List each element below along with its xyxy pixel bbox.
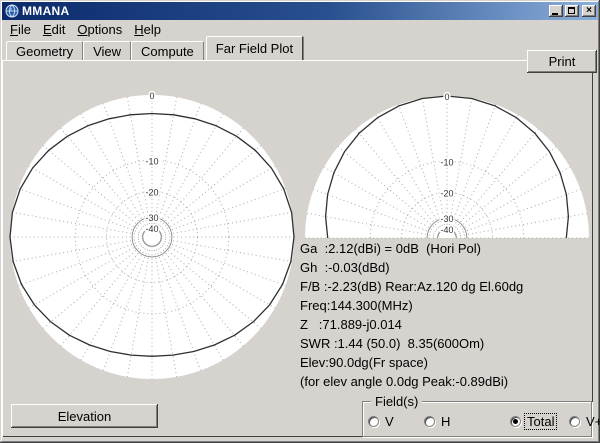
svg-text:-40: -40 (145, 224, 158, 234)
svg-text:-20: -20 (145, 188, 158, 198)
svg-text:0: 0 (444, 92, 449, 102)
radio-total-circle[interactable] (510, 416, 521, 427)
info-ga: Ga :2.12(dBi) = 0dB (Hori Pol) (300, 239, 592, 258)
mmana-window: MMANA × File Edit Options Help Geometry … (0, 0, 600, 443)
info-peak: (for elev angle 0.0dg Peak:-0.89dBi) (300, 372, 592, 391)
window-title: MMANA (22, 4, 547, 18)
tab-far-field-plot[interactable]: Far Field Plot (206, 36, 303, 60)
app-globe-icon (5, 4, 19, 18)
azimuth-polar-plot: 0 -10 -20 -30-40 (6, 89, 298, 389)
menu-options[interactable]: Options (72, 21, 127, 38)
maximize-button[interactable] (565, 5, 579, 17)
svg-text:-10: -10 (145, 156, 158, 166)
radio-vh-circle[interactable] (569, 416, 580, 427)
svg-text:-10: -10 (440, 157, 453, 167)
elevation-polar-plot: 0 -10 -20 -30-40 (303, 92, 593, 242)
radio-total[interactable]: Total (510, 414, 556, 429)
radio-v-plus-h[interactable]: V+H (569, 414, 600, 429)
info-freq: Freq:144.300(MHz) (300, 296, 592, 315)
radio-v-circle[interactable] (368, 416, 379, 427)
radio-v[interactable]: V (368, 414, 396, 429)
close-icon: × (582, 4, 596, 17)
minimize-button[interactable] (549, 5, 563, 17)
info-swr: SWR :1.44 (50.0) 8.35(600Om) (300, 334, 592, 353)
info-fb: F/B :-2.23(dB) Rear:Az.120 dg El.60dg (300, 277, 592, 296)
result-info-block: Ga :2.12(dBi) = 0dB (Hori Pol) Gh :-0.03… (300, 239, 592, 391)
title-bar[interactable]: MMANA × (2, 2, 598, 20)
print-button[interactable]: Print (527, 50, 597, 73)
tab-strip: Geometry View Compute Far Field Plot (2, 38, 593, 60)
tab-view[interactable]: View (83, 41, 131, 60)
menu-edit[interactable]: Edit (38, 21, 70, 38)
radio-h[interactable]: H (424, 414, 452, 429)
maximize-icon (568, 7, 575, 14)
elevation-button[interactable]: Elevation (11, 404, 158, 428)
svg-text:-20: -20 (440, 189, 453, 199)
info-elev: Elev:90.0dg(Fr space) (300, 353, 592, 372)
close-button[interactable]: × (582, 5, 596, 17)
tab-compute[interactable]: Compute (131, 41, 204, 60)
minimize-icon (552, 13, 558, 15)
radio-h-circle[interactable] (424, 416, 435, 427)
menu-file[interactable]: File (5, 21, 36, 38)
info-gh: Gh :-0.03(dBd) (300, 258, 592, 277)
svg-text:-30: -30 (145, 213, 158, 223)
info-z: Z :71.889-j0.014 (300, 315, 592, 334)
svg-text:0: 0 (149, 91, 154, 101)
tab-geometry[interactable]: Geometry (6, 41, 83, 60)
menu-help[interactable]: Help (129, 21, 166, 38)
fields-groupbox: Field(s) V H Total V+H (362, 401, 592, 437)
fields-legend: Field(s) (371, 394, 422, 409)
svg-text:-40: -40 (440, 225, 453, 235)
svg-text:-30: -30 (440, 214, 453, 224)
far-field-plot-page: Print 0-10-20-30-40 0-10-20-30-40 Ga :2.… (2, 60, 593, 437)
